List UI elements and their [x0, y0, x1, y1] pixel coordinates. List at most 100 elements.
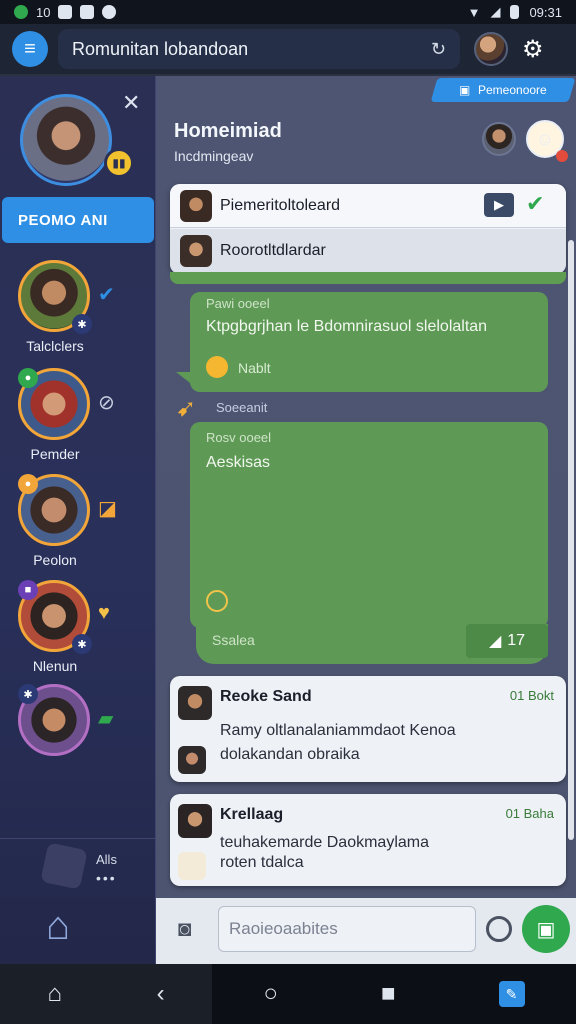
sidebar-active-tab-label: PEOMO ANI — [18, 211, 108, 229]
avatar — [178, 804, 212, 838]
status-time: 09:31 — [529, 4, 562, 20]
app-root: 10 ▼ ◢ 09:31 ≡ Romunitan lobandoan ↻ ⚙ ▮… — [0, 0, 576, 1024]
avatar — [178, 686, 212, 720]
sidebar-extra[interactable]: Alls ••• — [40, 842, 144, 896]
status-left-text: 10 — [36, 4, 51, 20]
card-time: 01 Bokt — [509, 688, 554, 703]
separator-label: Soeeanit — [216, 400, 268, 415]
edit-icon[interactable]: ↻ — [431, 39, 446, 60]
message-bubble[interactable]: Pawi ooeel Ktpgbgrjhan le Bdomnirasuol s… — [190, 292, 548, 392]
mail-notification-icon — [80, 5, 95, 19]
reaction-count[interactable]: ◢ 17 — [466, 624, 548, 658]
mini-badge-icon: ✱ — [18, 684, 38, 704]
app-notification-icon — [14, 5, 28, 19]
nav-left-group: ⌂ ‹ — [0, 964, 212, 1024]
home-circle-icon[interactable]: ○ — [264, 980, 279, 1008]
chat-title: Homeimiad — [174, 120, 282, 142]
app-bar: ≡ Romunitan lobandoan ↻ ⚙ — [0, 24, 576, 74]
hamburger-menu-button[interactable]: ≡ — [12, 31, 48, 67]
recents-icon[interactable]: ■ — [381, 980, 396, 1008]
profile-badge-icon: ▮▮ — [104, 148, 134, 178]
check-badge-icon: ▰ — [98, 708, 114, 730]
status-ring-icon — [206, 590, 228, 612]
camera-icon[interactable]: ◙ — [178, 916, 191, 942]
participant-avatar[interactable] — [482, 122, 516, 156]
checkmark-icon[interactable]: ✔ — [526, 191, 544, 217]
message-notification-icon — [58, 5, 73, 19]
dropdown-item-label: Piemeritoltoleard — [220, 196, 341, 214]
chat-card[interactable]: Krellaag 01 Baha teuhakemarde Daokmaylam… — [170, 794, 566, 886]
app-title: Romunitan lobandoan — [72, 38, 249, 59]
mini-badge-icon: ● — [18, 474, 38, 494]
hamburger-icon: ≡ — [24, 37, 36, 60]
avatar — [178, 852, 206, 880]
status-left: 10 — [14, 4, 117, 20]
pill-icon: ▣ — [458, 83, 471, 97]
video-icon[interactable]: ▶ — [484, 193, 514, 217]
home-icon[interactable]: ⌂ — [46, 904, 94, 952]
message-meta: Rosv ooeel — [206, 430, 272, 445]
bubble-tail — [176, 372, 194, 386]
sidebar: ▮▮ ✕ PEOMO ANI ✱ ✔ Talclclers ● ⊘ Pemder… — [0, 76, 156, 964]
chat-card[interactable]: Reoke Sand 01 Bokt Ramy oltlanalaniammda… — [170, 676, 566, 782]
flag-icon: ◪ — [98, 498, 117, 520]
suggestion-dropdown: Piemeritoltoleard ▶ ✔ Roorotltdlardar — [170, 184, 566, 274]
message-sub: Nablt — [238, 360, 271, 376]
chat-header: Homeimiad Incdmingeav ☺ — [156, 104, 576, 164]
message-bubble[interactable]: Rosv ooeel Aeskisas — [190, 422, 548, 628]
reply-arrow-icon: ➹ — [176, 395, 197, 422]
sidebar-item[interactable]: ✱ ▰ — [18, 684, 138, 784]
sidebar-item-label: Nlenun — [32, 658, 78, 674]
back-icon[interactable]: ‹ — [157, 980, 165, 1008]
home-nav-icon[interactable]: ⌂ — [47, 980, 62, 1008]
mini-badge-icon: ■ — [18, 580, 38, 600]
sidebar-item-label: Talclclers — [26, 338, 84, 354]
sidebar-item[interactable]: ● ◪ Peolon — [18, 474, 138, 574]
profile-avatar[interactable] — [20, 94, 112, 186]
close-icon[interactable]: ✕ — [122, 90, 140, 116]
app-title-field[interactable]: Romunitan lobandoan ↻ — [58, 29, 460, 69]
reaction-count-value: 17 — [507, 632, 526, 649]
more-dots-icon: ••• — [96, 870, 117, 886]
message-text: Ktpgbgrjhan le Bdomnirasuol slelolaltan — [206, 318, 488, 335]
dropdown-item-label: Roorotltdlardar — [220, 242, 326, 259]
top-pill-button[interactable]: ▣ Pemeonoore — [430, 78, 576, 102]
bubble-footer-label: Ssalea — [212, 632, 255, 648]
chat-subtitle: Incdmingeav — [174, 148, 254, 164]
status-right: ▼ ◢ 09:31 — [468, 4, 562, 20]
sidebar-item[interactable]: ■ ✱ ♥ Nlenun — [18, 580, 138, 680]
pill-label: Pemeonoore — [478, 83, 548, 97]
sidebar-item-label: Pemder — [30, 446, 80, 462]
message-composer: ◙ Raoieoaabites ▣ — [156, 898, 576, 964]
send-button[interactable]: ▣ — [522, 905, 570, 953]
extra-shape-icon — [40, 842, 88, 890]
message-input[interactable]: Raoieoaabites — [218, 906, 476, 952]
emoji-icon[interactable] — [486, 916, 512, 942]
sidebar-active-tab[interactable]: PEOMO ANI — [2, 197, 154, 243]
mini-badge-icon: ✱ — [72, 634, 92, 654]
gear-icon[interactable]: ⚙ — [522, 35, 544, 64]
sidebar-item-label: Peolon — [33, 552, 77, 568]
check-icon: ✔ — [98, 284, 115, 306]
user-avatar[interactable] — [474, 32, 508, 66]
dropdown-item[interactable]: Piemeritoltoleard ▶ ✔ — [170, 184, 566, 228]
scrollbar[interactable] — [568, 240, 574, 840]
sidebar-divider — [0, 838, 156, 839]
card-name: Krellaag — [220, 806, 284, 823]
sidebar-item[interactable]: ✱ ✔ Talclclers — [18, 260, 138, 360]
heart-icon: ♥ — [98, 602, 110, 624]
mini-badge-icon: ● — [18, 368, 38, 388]
battery-icon — [510, 5, 520, 19]
card-line: Ramy oltlanalaniammdaot Kenoa — [220, 722, 456, 739]
reaction-icon[interactable] — [206, 356, 228, 378]
card-line: roten tdalca — [220, 854, 304, 871]
message-text: Aeskisas — [206, 454, 271, 471]
message-input-placeholder: Raoieoaabites — [229, 919, 338, 938]
mini-badge-icon: ✱ — [72, 314, 92, 334]
signal-icon: ◢ — [490, 4, 501, 19]
avatar — [180, 235, 212, 267]
dropdown-item[interactable]: Roorotltdlardar — [170, 229, 566, 273]
edit-app-icon[interactable]: ✎ — [498, 981, 525, 1007]
sidebar-item[interactable]: ● ⊘ Pemder — [18, 368, 138, 468]
reaction-icon: ◢ — [488, 633, 502, 650]
